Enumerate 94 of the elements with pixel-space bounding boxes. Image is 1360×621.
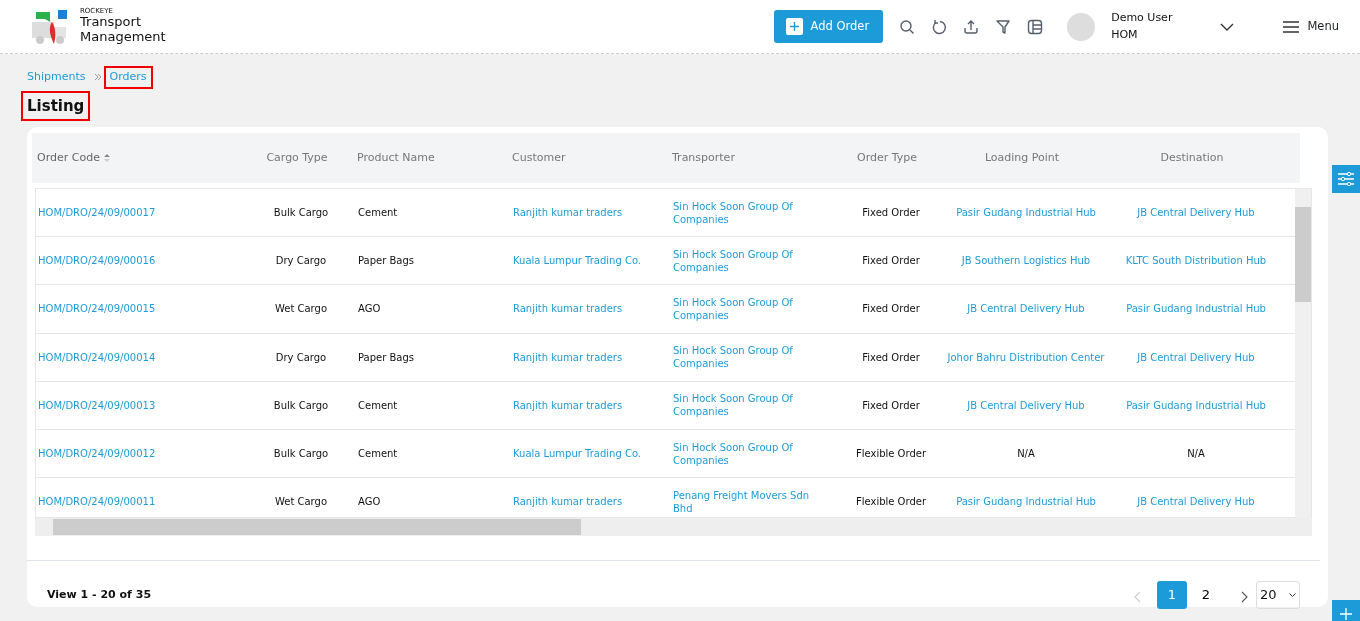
table-cell: Cement <box>358 398 398 412</box>
table-link[interactable]: Pasir Gudang Industrial Hub <box>956 206 1096 220</box>
table-link[interactable]: Pasir Gudang Industrial Hub <box>1126 398 1266 412</box>
table-cell: Wet Cargo <box>274 495 328 509</box>
table-link[interactable]: HOM/DRO/24/09/00011 <box>38 495 156 509</box>
plus-icon <box>785 18 803 35</box>
table-link[interactable]: HOM/DRO/24/09/00014 <box>38 350 156 364</box>
upload-icon[interactable] <box>963 18 980 35</box>
sliders-icon <box>1338 172 1354 186</box>
table-cell: AGO <box>358 495 381 509</box>
table-cell: Dry Cargo <box>275 254 327 268</box>
menu-button[interactable]: Menu <box>1282 16 1340 37</box>
table-link[interactable]: Pasir Gudang Industrial Hub <box>1126 302 1266 316</box>
table-link[interactable]: Ranjith kumar traders <box>513 302 623 316</box>
columns-icon[interactable] <box>1027 18 1044 35</box>
table-cell: Fixed Order <box>862 206 920 220</box>
column-header[interactable]: Order Code <box>37 149 100 167</box>
table-cell: Cement <box>358 206 398 220</box>
table-link[interactable]: Sin Hock Soon Group Of Companies <box>673 247 823 274</box>
table-link[interactable]: Johor Bahru Distribution Center <box>947 350 1105 364</box>
column-header[interactable]: Product Name <box>357 149 435 167</box>
chevron-down-icon[interactable] <box>1220 22 1235 31</box>
breadcrumb-link[interactable]: Shipments <box>23 68 90 87</box>
record-count: View 1 - 20 of 35 <box>47 586 152 603</box>
chevron-down-icon <box>1289 593 1296 597</box>
table-cell: N/A <box>1017 447 1035 461</box>
sort-icon[interactable] <box>103 153 110 163</box>
table-link[interactable]: Sin Hock Soon Group Of Companies <box>673 295 823 322</box>
vertical-scrollbar[interactable] <box>1295 189 1311 519</box>
table-cell: Flexible Order <box>855 447 927 461</box>
table-cell: N/A <box>1187 447 1205 461</box>
table-cell: Dry Cargo <box>275 350 327 364</box>
table-link[interactable]: HOM/DRO/24/09/00017 <box>38 206 156 220</box>
table-cell: Fixed Order <box>862 302 920 316</box>
table-cell: Bulk Cargo <box>273 447 329 461</box>
table-link[interactable]: JB Southern Logistics Hub <box>961 254 1091 268</box>
table-cell: Cement <box>358 447 398 461</box>
table-cell: Fixed Order <box>862 350 920 364</box>
table-cell: Bulk Cargo <box>273 398 329 412</box>
table-cell: Paper Bags <box>358 254 415 268</box>
table-cell: Bulk Cargo <box>273 206 329 220</box>
table-link[interactable]: JB Central Delivery Hub <box>1137 350 1255 364</box>
horizontal-scrollbar[interactable] <box>35 518 1312 536</box>
refresh-icon[interactable] <box>931 18 948 35</box>
table-link[interactable]: Ranjith kumar traders <box>513 398 623 412</box>
double-chevron-icon <box>93 73 102 82</box>
table-link[interactable]: Sin Hock Soon Group Of Companies <box>673 440 823 467</box>
table-link[interactable]: Ranjith kumar traders <box>513 350 623 364</box>
table-link[interactable]: JB Central Delivery Hub <box>1137 495 1255 509</box>
column-header[interactable]: Loading Point <box>984 149 1060 167</box>
table-link[interactable]: JB Central Delivery Hub <box>967 302 1085 316</box>
add-order-button[interactable]: Add Order <box>773 10 884 43</box>
page-title: Listing <box>23 92 89 119</box>
table-cell: Fixed Order <box>862 254 920 268</box>
table-link[interactable]: HOM/DRO/24/09/00015 <box>38 302 156 316</box>
table-link[interactable]: HOM/DRO/24/09/00012 <box>38 447 156 461</box>
column-header[interactable]: Customer <box>512 149 566 167</box>
table-link[interactable]: Kuala Lumpur Trading Co. <box>513 254 642 268</box>
filter-panel-button[interactable] <box>1332 165 1360 193</box>
chevron-right-icon[interactable] <box>1241 591 1248 603</box>
table-link[interactable]: Ranjith kumar traders <box>513 495 623 509</box>
menu-icon <box>1283 20 1300 33</box>
filter-icon[interactable] <box>995 18 1012 35</box>
table-link[interactable]: HOM/DRO/24/09/00016 <box>38 254 156 268</box>
plus-icon <box>1340 608 1352 620</box>
column-header[interactable]: Transporter <box>672 149 735 167</box>
user-name: Demo User <box>1111 10 1173 26</box>
app-title: Transport Management <box>80 15 167 45</box>
table-link[interactable]: Kuala Lumpur Trading Co. <box>513 447 642 461</box>
search-icon[interactable] <box>899 18 916 35</box>
column-header[interactable]: Destination <box>1160 149 1224 167</box>
table-link[interactable]: Sin Hock Soon Group Of Companies <box>673 199 823 226</box>
breadcrumb-link[interactable]: Orders <box>105 68 151 87</box>
page-button[interactable]: 2 <box>1191 581 1221 609</box>
page-size-select[interactable]: 20 <box>1256 581 1300 609</box>
table-link[interactable]: Sin Hock Soon Group Of Companies <box>673 344 823 371</box>
table-link[interactable]: Penang Freight Movers Sdn Bhd <box>673 488 823 515</box>
table-cell: AGO <box>358 302 381 316</box>
table-link[interactable]: JB Central Delivery Hub <box>967 398 1085 412</box>
table-cell: Flexible Order <box>855 495 927 509</box>
table-cell: Paper Bags <box>358 350 415 364</box>
table-link[interactable]: Ranjith kumar traders <box>513 206 623 220</box>
table-cell: Fixed Order <box>862 398 920 412</box>
table-link[interactable]: Sin Hock Soon Group Of Companies <box>673 392 823 419</box>
table-link[interactable]: KLTC South Distribution Hub <box>1125 254 1267 268</box>
table-cell: Wet Cargo <box>274 302 328 316</box>
table-link[interactable]: HOM/DRO/24/09/00013 <box>38 398 156 412</box>
avatar <box>1067 12 1096 41</box>
table-link[interactable]: Pasir Gudang Industrial Hub <box>956 495 1096 509</box>
table-link[interactable]: JB Central Delivery Hub <box>1137 206 1255 220</box>
page-button[interactable]: 1 <box>1157 581 1187 609</box>
user-org: HOM <box>1111 26 1139 43</box>
column-header[interactable]: Order Type <box>857 149 917 167</box>
column-header[interactable]: Cargo Type <box>266 149 328 167</box>
